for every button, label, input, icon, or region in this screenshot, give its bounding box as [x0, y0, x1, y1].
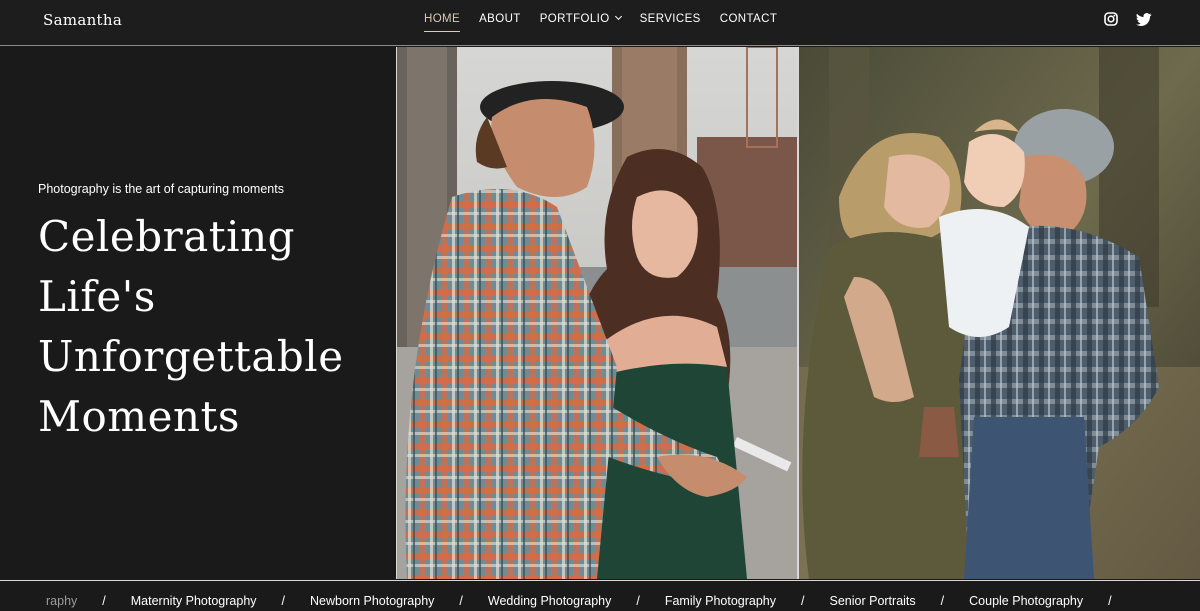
twitter-icon[interactable]	[1136, 12, 1152, 26]
headline-line: Celebrating	[38, 212, 296, 261]
ticker-item[interactable]: Senior Portraits	[830, 594, 916, 608]
ticker-item[interactable]: raphy	[46, 594, 77, 608]
chevron-down-icon	[614, 12, 622, 21]
hero-text-panel: Photography is the art of capturing mome…	[0, 47, 396, 579]
ticker-item[interactable]: Wedding Photography	[488, 594, 611, 608]
nav-portfolio-label: PORTFOLIO	[539, 13, 610, 25]
headline-line: Unforgettable	[38, 332, 344, 381]
couple-photo	[397, 47, 797, 579]
headline-line: Life's	[38, 272, 156, 321]
instagram-icon[interactable]	[1104, 12, 1118, 26]
hero-tagline: Photography is the art of capturing mome…	[38, 182, 284, 196]
nav-portfolio[interactable]: PORTFOLIO	[539, 12, 622, 31]
nav-services[interactable]: SERVICES	[640, 13, 701, 31]
ticker-separator: /	[102, 594, 106, 608]
headline-line: Moments	[38, 392, 240, 441]
ticker-track: raphy / Maternity Photography / Newborn …	[46, 594, 1137, 608]
ticker-separator: /	[940, 594, 945, 608]
ticker-item[interactable]: Family Photography	[665, 594, 776, 608]
services-ticker: raphy / Maternity Photography / Newborn …	[0, 580, 1200, 611]
ticker-item[interactable]: Newborn Photography	[310, 594, 434, 608]
family-photo	[799, 47, 1200, 579]
site-logo[interactable]: Samantha	[43, 11, 122, 29]
nav-home[interactable]: HOME	[424, 13, 461, 32]
social-links	[1104, 12, 1152, 26]
ticker-separator: /	[801, 594, 805, 608]
nav-about[interactable]: ABOUT	[479, 13, 521, 31]
ticker-separator: /	[1108, 594, 1112, 608]
ticker-item[interactable]: Couple Photography	[969, 594, 1083, 608]
main-menu: HOME ABOUT PORTFOLIO SERVICES CONTACT	[424, 12, 796, 32]
nav-contact[interactable]: CONTACT	[720, 13, 778, 31]
ticker-separator: /	[281, 594, 286, 608]
ticker-separator: /	[459, 594, 463, 608]
top-navbar: Samantha HOME ABOUT PORTFOLIO SERVICES C…	[0, 0, 1200, 46]
ticker-separator: /	[636, 594, 640, 608]
ticker-item[interactable]: Maternity Photography	[131, 594, 257, 608]
hero-headline: Celebrating Life's Unforgettable Moments	[38, 207, 368, 447]
